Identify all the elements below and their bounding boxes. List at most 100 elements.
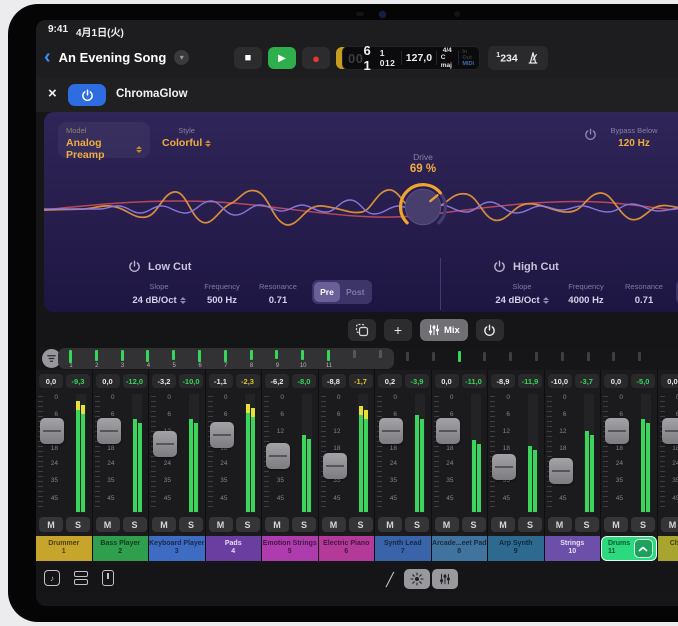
chromaglow-toggle-button[interactable] <box>404 569 430 589</box>
fader-handle[interactable] <box>153 431 177 457</box>
solo-button[interactable]: S <box>405 517 429 532</box>
fader-handle[interactable] <box>210 422 234 448</box>
plugin-power-button[interactable] <box>68 84 106 106</box>
post-button[interactable]: Post <box>340 282 370 302</box>
volume-value[interactable]: 0,2 <box>378 374 402 388</box>
count-in-button[interactable]: 1234 <box>496 52 517 65</box>
volume-value[interactable]: 0,0 <box>39 374 63 388</box>
mixer-toggle-button[interactable] <box>432 569 458 589</box>
level-control[interactable]: Level 0.0 <box>666 126 678 149</box>
connector-button[interactable] <box>102 570 114 586</box>
volume-value[interactable]: -3,2 <box>152 374 176 388</box>
duplicate-button[interactable] <box>348 319 376 341</box>
fader-handle[interactable] <box>40 418 64 444</box>
fader-handle[interactable] <box>97 418 121 444</box>
model-selector[interactable]: Model Analog Preamp <box>58 122 150 158</box>
lcd-display[interactable]: 00 6 1 1 012 127,0 4/4 C maj In Out MIDI <box>342 46 480 70</box>
stop-button[interactable]: ■ <box>234 47 262 69</box>
fader-handle[interactable] <box>492 454 516 480</box>
high-cut-power-icon[interactable] <box>493 260 506 273</box>
track-tile[interactable]: Bass Player2 <box>93 536 149 561</box>
volume-value[interactable]: 0,0 <box>661 374 678 388</box>
drive-knob[interactable] <box>395 179 451 235</box>
solo-button[interactable]: S <box>349 517 373 532</box>
mute-button[interactable]: M <box>209 517 233 532</box>
volume-value[interactable]: 0,0 <box>435 374 459 388</box>
mix-button[interactable]: Mix <box>420 319 468 341</box>
track-tile[interactable]: Drums11 <box>601 536 657 561</box>
high-cut-slope[interactable]: Slope 24 dB/Oct <box>491 282 553 306</box>
volume-value[interactable]: -6,2 <box>265 374 289 388</box>
solo-button[interactable]: S <box>462 517 486 532</box>
high-cut-resonance[interactable]: Resonance 0.71 <box>618 282 670 306</box>
mixer-power-button[interactable] <box>476 319 504 341</box>
pre-button[interactable]: Pre <box>314 282 340 302</box>
fader-handle[interactable] <box>605 418 629 444</box>
mute-button[interactable]: M <box>39 517 63 532</box>
solo-button[interactable]: S <box>236 517 260 532</box>
volume-value[interactable]: -10,0 <box>548 374 572 388</box>
solo-button[interactable]: S <box>631 517 655 532</box>
fader-handle[interactable] <box>266 443 290 469</box>
style-selector[interactable]: Style Colorful <box>162 126 211 149</box>
fader-scale-label: 35 <box>665 477 678 484</box>
collapse-button[interactable] <box>634 539 653 558</box>
mute-button[interactable]: M <box>152 517 176 532</box>
low-cut-slope[interactable]: Slope 24 dB/Oct <box>128 282 190 306</box>
low-cut-frequency[interactable]: Frequency 500 Hz <box>196 282 248 306</box>
visible-range-highlight[interactable]: 1234567891011 <box>58 348 394 369</box>
mute-button[interactable]: M <box>435 517 459 532</box>
browser-button[interactable]: ♪ <box>44 570 60 586</box>
mute-button[interactable]: M <box>491 517 515 532</box>
fader-handle[interactable] <box>662 418 678 444</box>
mute-button[interactable]: M <box>322 517 346 532</box>
fader-handle[interactable] <box>323 453 347 479</box>
plugins-button[interactable] <box>74 571 88 585</box>
volume-value[interactable]: -8,8 <box>322 374 346 388</box>
mute-button[interactable]: M <box>604 517 628 532</box>
mute-button[interactable]: M <box>548 517 572 532</box>
pencil-icon[interactable]: ╱ <box>386 572 394 588</box>
fader-zone: 061218243545 <box>149 392 205 514</box>
track-tile[interactable]: Electric Piano6 <box>319 536 375 561</box>
mute-button[interactable]: M <box>96 517 120 532</box>
fader-handle[interactable] <box>379 418 403 444</box>
track-tile[interactable]: Drummer1 <box>36 536 92 561</box>
solo-button[interactable]: S <box>518 517 542 532</box>
solo-button[interactable]: S <box>575 517 599 532</box>
low-cut-power-icon[interactable] <box>128 260 141 273</box>
volume-value[interactable]: 0,0 <box>604 374 628 388</box>
track-tile[interactable]: Arp Synth9 <box>488 536 544 561</box>
play-button[interactable]: ▶ <box>268 47 296 69</box>
solo-button[interactable]: S <box>292 517 316 532</box>
track-tile[interactable]: Emotion Strings5 <box>262 536 318 561</box>
solo-button[interactable]: S <box>179 517 203 532</box>
bypass-below-control[interactable]: Bypass Below 120 Hz <box>606 126 662 149</box>
song-title[interactable]: An Evening Song <box>59 50 167 65</box>
mute-button[interactable]: M <box>378 517 402 532</box>
track-tile[interactable]: Chorus V <box>658 536 678 561</box>
track-tile[interactable]: Arcade...eet Pad8 <box>432 536 488 561</box>
mute-button[interactable]: M <box>661 517 678 532</box>
track-tile[interactable]: Synth Lead7 <box>375 536 431 561</box>
volume-value[interactable]: -8,9 <box>491 374 515 388</box>
track-tile[interactable]: Pads4 <box>206 536 262 561</box>
bypass-power-icon[interactable] <box>584 128 597 141</box>
close-icon[interactable]: × <box>48 85 57 102</box>
title-dropdown-icon[interactable]: ▾ <box>174 50 189 65</box>
solo-button[interactable]: S <box>123 517 147 532</box>
fader-handle[interactable] <box>436 418 460 444</box>
volume-value[interactable]: -1,1 <box>209 374 233 388</box>
volume-value[interactable]: 0,0 <box>96 374 120 388</box>
high-cut-frequency[interactable]: Frequency 4000 Hz <box>558 282 614 306</box>
track-tile[interactable]: Strings10 <box>545 536 601 561</box>
track-tile[interactable]: Keyboard Player3 <box>149 536 205 561</box>
low-cut-resonance[interactable]: Resonance 0.71 <box>252 282 304 306</box>
solo-button[interactable]: S <box>66 517 90 532</box>
record-button[interactable]: ● <box>302 47 330 69</box>
add-button[interactable]: + <box>384 319 412 341</box>
metronome-icon[interactable] <box>526 51 540 65</box>
back-chevron-icon[interactable]: ‹ <box>44 46 51 68</box>
fader-handle[interactable] <box>549 458 573 484</box>
mute-button[interactable]: M <box>265 517 289 532</box>
